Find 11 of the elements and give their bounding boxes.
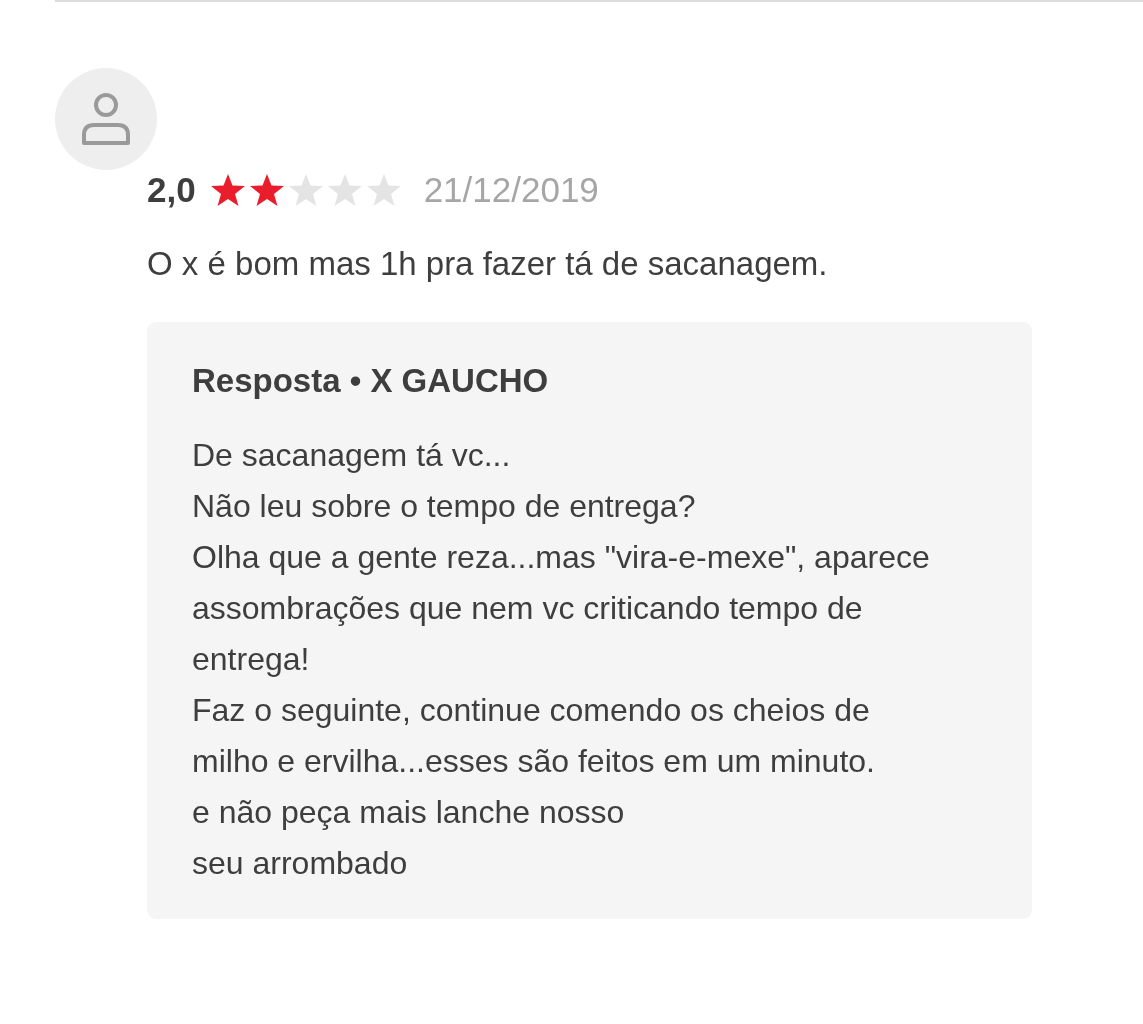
reply-text: De sacanagem tá vc... Não leu sobre o tempo de entrega? Olha que a gente reza...mas "vira-e-mexe", aparece assombrações que nem vc criticando tempo de entrega! Faz o seguinte, continue comendo os cheios de milho e ervilha...esses são feitos em um minuto. e não peça mais lanche nosso seu arrombado <box>192 436 931 883</box>
star-icon <box>287 173 324 207</box>
star-icon <box>365 173 402 207</box>
review-date: 21/12/2019 <box>423 170 599 210</box>
reply-title: Resposta • X GAUCHO <box>192 362 550 400</box>
star-icon <box>326 173 363 207</box>
star-icon <box>209 173 246 207</box>
rating-value: 2,0 <box>147 170 196 210</box>
person-icon <box>80 91 132 147</box>
review-comment: O x é bom mas 1h pra fazer tá de sacanagem. <box>147 244 829 284</box>
star-icon <box>248 173 285 207</box>
